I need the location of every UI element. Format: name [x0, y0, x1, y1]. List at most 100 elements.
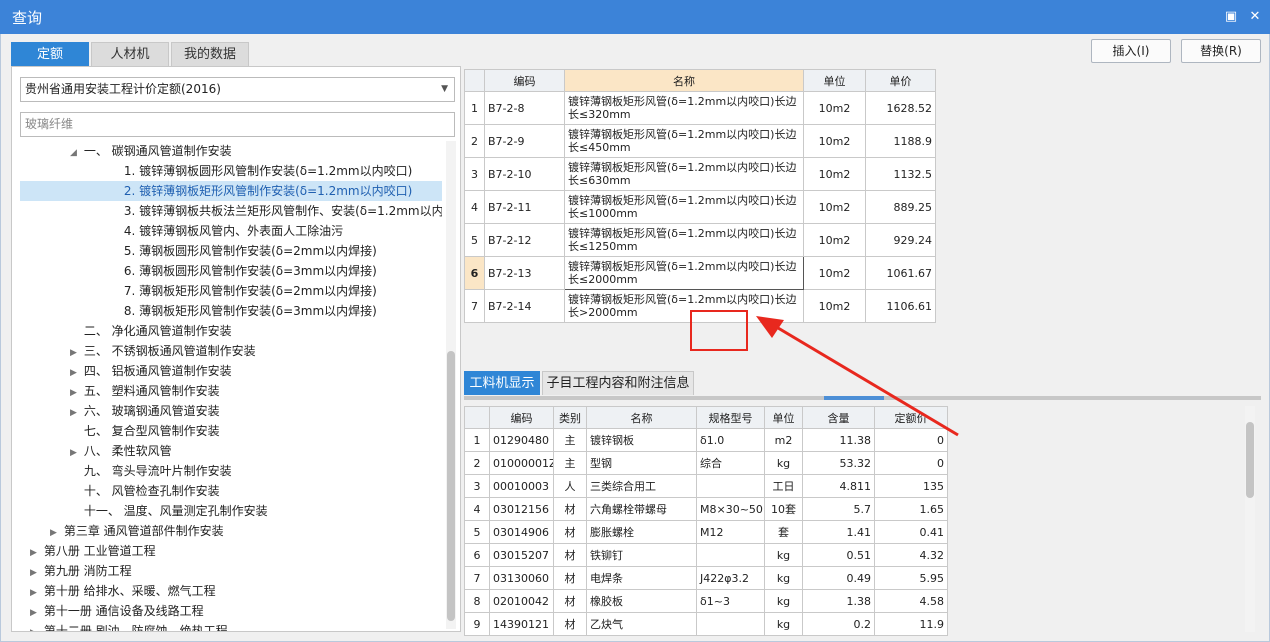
table-cell[interactable]: 材: [553, 589, 587, 613]
table-cell[interactable]: kg: [764, 589, 803, 613]
chevron-right-icon[interactable]: ▶: [50, 523, 60, 543]
table-cell[interactable]: 六角螺栓带螺母: [586, 497, 697, 521]
table-cell[interactable]: 1.38: [802, 589, 875, 613]
table-cell[interactable]: 01000001Z: [489, 451, 554, 475]
table-cell[interactable]: 电焊条: [586, 566, 697, 590]
tree-node[interactable]: 4. 镀锌薄钢板风管内、外表面人工除油污: [20, 221, 442, 241]
table-cell[interactable]: 9: [464, 612, 490, 636]
chevron-right-icon[interactable]: ▶: [30, 583, 40, 603]
tree-node[interactable]: ▶ 第八册 工业管道工程: [20, 541, 442, 561]
table-row[interactable]: 3 00010003 人三类综合用工 工日 4.811 135: [464, 474, 948, 498]
table-cell[interactable]: J422φ3.2: [696, 566, 765, 590]
table-cell[interactable]: 人: [553, 474, 587, 498]
tree-node[interactable]: ◢ 一、 碳钢通风管道制作安装: [20, 141, 442, 161]
splitter-handle[interactable]: [824, 396, 884, 400]
column-header[interactable]: 名称: [586, 406, 697, 429]
table-cell[interactable]: 铁铆钉: [586, 543, 697, 567]
table-cell[interactable]: 4.811: [802, 474, 875, 498]
table-cell[interactable]: [696, 612, 765, 636]
column-header[interactable]: 定额价: [874, 406, 948, 429]
table-row[interactable]: 2 B7-2-9 镀锌薄钢板矩形风管(δ=1.2mm以内咬口)长边长≤450mm 10…: [464, 124, 936, 158]
resource-scrollbar[interactable]: [1245, 406, 1255, 632]
table-row[interactable]: 4 03012156 材六角螺栓带螺母 M8×30~50 10套 5.7 1.65: [464, 497, 948, 521]
tab-work-content-notes[interactable]: 子目工程内容和附注信息: [542, 371, 694, 395]
tree-node[interactable]: 七、 复合型风管制作安装: [20, 421, 442, 441]
tree-node[interactable]: 十一、 温度、风量测定孔制作安装: [20, 501, 442, 521]
table-cell[interactable]: 镀锌薄钢板矩形风管(δ=1.2mm以内咬口)长边长≤450mm: [564, 124, 804, 158]
table-cell[interactable]: 10m2: [803, 91, 866, 125]
table-cell[interactable]: 10m2: [803, 124, 866, 158]
table-cell[interactable]: 2: [464, 124, 485, 158]
chevron-down-icon[interactable]: ◢: [70, 143, 80, 163]
table-cell[interactable]: 1: [464, 428, 490, 452]
tree-node[interactable]: 九、 弯头导流叶片制作安装: [20, 461, 442, 481]
table-cell[interactable]: 929.24: [865, 223, 936, 257]
table-cell[interactable]: 8: [464, 589, 490, 613]
table-row[interactable]: 5 B7-2-12 镀锌薄钢板矩形风管(δ=1.2mm以内咬口)长边长≤1250mm…: [464, 223, 936, 257]
column-header[interactable]: 单价: [865, 69, 936, 92]
table-cell[interactable]: δ1.0: [696, 428, 765, 452]
table-cell[interactable]: 材: [553, 497, 587, 521]
table-cell[interactable]: 0.51: [802, 543, 875, 567]
table-cell[interactable]: B7-2-14: [484, 289, 565, 323]
table-cell[interactable]: B7-2-9: [484, 124, 565, 158]
column-header[interactable]: 编码: [489, 406, 554, 429]
search-input[interactable]: 玻璃纤维: [20, 112, 455, 137]
table-cell[interactable]: 5.7: [802, 497, 875, 521]
column-header[interactable]: 类别: [553, 406, 587, 429]
column-header[interactable]: 编码: [484, 69, 565, 92]
table-row[interactable]: 6 03015207 材铁铆钉 kg 0.51 4.32: [464, 543, 948, 567]
column-header[interactable]: 单位: [803, 69, 866, 92]
table-cell[interactable]: 03014906: [489, 520, 554, 544]
column-header[interactable]: [464, 406, 490, 429]
table-cell[interactable]: 镀锌薄钢板矩形风管(δ=1.2mm以内咬口)长边长≤630mm: [564, 157, 804, 191]
table-row[interactable]: 9 14390121 材乙炔气 kg 0.2 11.9: [464, 612, 948, 636]
column-header[interactable]: 规格型号: [696, 406, 765, 429]
table-cell[interactable]: 镀锌薄钢板矩形风管(δ=1.2mm以内咬口)长边长≤320mm: [564, 91, 804, 125]
chevron-right-icon[interactable]: ▶: [30, 603, 40, 623]
tree-node[interactable]: ▶ 五、 塑料通风管制作安装: [20, 381, 442, 401]
table-cell[interactable]: 4: [464, 190, 485, 224]
table-cell[interactable]: kg: [764, 566, 803, 590]
tree-node[interactable]: ▶ 三、 不锈钢板通风管道制作安装: [20, 341, 442, 361]
table-cell[interactable]: 主: [553, 428, 587, 452]
table-row[interactable]: 1 B7-2-8 镀锌薄钢板矩形风管(δ=1.2mm以内咬口)长边长≤320mm 10…: [464, 91, 936, 125]
tree-node[interactable]: ▶ 第九册 消防工程: [20, 561, 442, 581]
tree-node[interactable]: ▶ 第十二册 刷油、防腐蚀、绝热工程: [20, 621, 442, 631]
tree-node[interactable]: ▶ 八、 柔性软风管: [20, 441, 442, 461]
tree-node[interactable]: 3. 镀锌薄钢板共板法兰矩形风管制作、安装(δ=1.2mm以内咬…: [20, 201, 442, 221]
table-cell[interactable]: 1: [464, 91, 485, 125]
table-cell[interactable]: 6: [464, 543, 490, 567]
table-row[interactable]: 2 01000001Z 主型钢 综合 kg 53.32 0: [464, 451, 948, 475]
table-cell[interactable]: B7-2-11: [484, 190, 565, 224]
table-cell[interactable]: 4: [464, 497, 490, 521]
close-icon[interactable]: ✕: [1246, 8, 1264, 26]
table-cell[interactable]: 7: [464, 566, 490, 590]
table-cell[interactable]: 03015207: [489, 543, 554, 567]
table-cell[interactable]: 1106.61: [865, 289, 936, 323]
tree-scrollbar[interactable]: [446, 141, 456, 629]
tree-node[interactable]: 6. 薄钢板圆形风管制作安装(δ=3mm以内焊接): [20, 261, 442, 281]
table-cell[interactable]: 5: [464, 223, 485, 257]
table-cell[interactable]: 11.9: [874, 612, 948, 636]
tree-node[interactable]: ▶ 六、 玻璃钢通风管道安装: [20, 401, 442, 421]
table-cell[interactable]: 03012156: [489, 497, 554, 521]
chevron-right-icon[interactable]: ▶: [30, 623, 40, 631]
table-cell[interactable]: 1188.9: [865, 124, 936, 158]
column-header[interactable]: 含量: [802, 406, 875, 429]
tab-my-data[interactable]: 我的数据: [171, 42, 249, 66]
table-cell[interactable]: 主: [553, 451, 587, 475]
maximize-icon[interactable]: ▣: [1222, 8, 1240, 26]
table-cell[interactable]: M12: [696, 520, 765, 544]
table-cell[interactable]: 3: [464, 157, 485, 191]
table-cell[interactable]: 5.95: [874, 566, 948, 590]
table-cell[interactable]: kg: [764, 451, 803, 475]
chevron-right-icon[interactable]: ▶: [70, 403, 80, 423]
table-cell[interactable]: 镀锌薄钢板矩形风管(δ=1.2mm以内咬口)长边长>2000mm: [564, 289, 804, 323]
table-row[interactable]: 8 02010042 材橡胶板 δ1~3 kg 1.38 4.58: [464, 589, 948, 613]
table-cell[interactable]: 4.32: [874, 543, 948, 567]
chevron-right-icon[interactable]: ▶: [70, 443, 80, 463]
tree-node[interactable]: 8. 薄钢板矩形风管制作安装(δ=3mm以内焊接): [20, 301, 442, 321]
tab-labor-material-display[interactable]: 工料机显示: [464, 371, 540, 395]
tree-node[interactable]: ▶ 第十册 给排水、采暖、燃气工程: [20, 581, 442, 601]
